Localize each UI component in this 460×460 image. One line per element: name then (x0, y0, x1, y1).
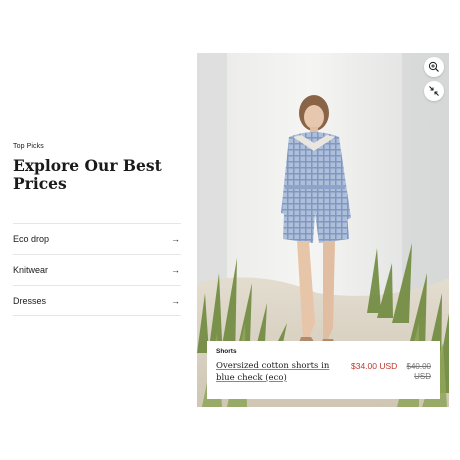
compare-button[interactable] (424, 81, 444, 101)
category-list: Eco drop → Knitwear → Dresses → (13, 223, 181, 316)
product-card[interactable]: Shorts Oversized cotton shorts in blue c… (207, 341, 440, 399)
original-price: $40.00 USD (406, 362, 431, 381)
product-title-link[interactable]: Oversized cotton shorts in blue check (e… (216, 361, 341, 384)
category-item-eco-drop[interactable]: Eco drop → (13, 223, 181, 254)
section-eyebrow: Top Picks (13, 143, 44, 150)
arrow-right-icon: → (171, 265, 180, 275)
zoom-in-button[interactable] (424, 57, 444, 77)
category-label: Dresses (13, 295, 47, 306)
category-item-dresses[interactable]: Dresses → (13, 285, 181, 316)
sale-price: $34.00 USD (351, 361, 398, 371)
zoom-in-icon (428, 61, 439, 72)
category-label: Eco drop (13, 234, 50, 244)
compare-arrows-icon (429, 86, 439, 96)
arrow-right-icon: → (171, 234, 180, 244)
arrow-right-icon: → (171, 295, 180, 306)
category-item-knitwear[interactable]: Knitwear → (13, 254, 181, 285)
category-label: Knitwear (13, 265, 49, 275)
product-type: Shorts (216, 348, 237, 355)
section-headline: Explore Our Best Prices (13, 156, 162, 193)
